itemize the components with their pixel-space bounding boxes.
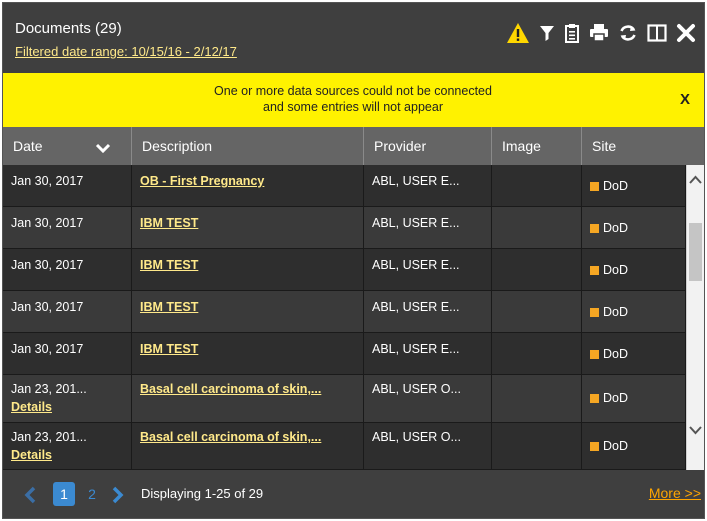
row-description-link[interactable]: OB - First Pregnancy	[140, 174, 264, 188]
column-image[interactable]: Image	[492, 127, 582, 165]
site-marker-icon	[590, 308, 599, 317]
table-row[interactable]: Jan 30, 2017 IBM TEST ABL, USER E... DoD	[3, 333, 686, 375]
row-provider: ABL, USER E...	[364, 333, 492, 375]
site-marker-icon	[590, 394, 599, 403]
pagination-footer: 1 2 Displaying 1-25 of 29 More >>	[3, 470, 704, 518]
row-site-label: DoD	[603, 263, 629, 277]
row-date: Jan 23, 201...	[11, 430, 87, 444]
row-site-label: DoD	[603, 347, 629, 361]
row-site: DoD	[582, 291, 686, 333]
row-site-label: DoD	[603, 179, 629, 193]
row-image	[492, 375, 582, 423]
widget-header: Documents (29) Filtered date range: 10/1…	[3, 3, 704, 73]
page-2-button[interactable]: 2	[81, 482, 103, 506]
warning-banner: One or more data sources could not be co…	[3, 73, 704, 127]
column-date[interactable]: Date	[3, 127, 132, 165]
row-date-cell: Jan 23, 201... Details	[3, 423, 132, 470]
row-date: Jan 30, 2017	[3, 249, 132, 291]
row-details-link[interactable]: Details	[11, 400, 131, 414]
row-details-link[interactable]: Details	[11, 448, 131, 462]
warning-close-button[interactable]: X	[680, 91, 690, 108]
widget-title: Documents (29)	[15, 20, 122, 37]
pagination-status: Displaying 1-25 of 29	[141, 486, 264, 501]
table-row[interactable]: Jan 30, 2017 IBM TEST ABL, USER E... DoD	[3, 291, 686, 333]
row-site: DoD	[582, 207, 686, 249]
row-site: DoD	[582, 423, 686, 470]
table-row[interactable]: Jan 30, 2017 OB - First Pregnancy ABL, U…	[3, 165, 686, 207]
row-site-label: DoD	[603, 221, 629, 235]
row-site-label: DoD	[603, 439, 629, 453]
row-provider: ABL, USER E...	[364, 165, 492, 207]
row-site: DoD	[582, 249, 686, 291]
header-toolbar	[506, 22, 696, 44]
page-1-button[interactable]: 1	[53, 482, 75, 506]
refresh-icon[interactable]	[618, 23, 638, 43]
row-description-link[interactable]: IBM TEST	[140, 300, 198, 314]
row-date-cell: Jan 23, 201... Details	[3, 375, 132, 423]
row-provider: ABL, USER E...	[364, 207, 492, 249]
column-provider[interactable]: Provider	[364, 127, 492, 165]
documents-table-body: Jan 30, 2017 OB - First Pregnancy ABL, U…	[3, 165, 704, 470]
column-header-row: Date Description Provider Image Site	[3, 127, 704, 165]
row-image	[492, 165, 582, 207]
row-date: Jan 30, 2017	[3, 207, 132, 249]
row-description-link[interactable]: Basal cell carcinoma of skin,...	[140, 430, 321, 444]
filtered-date-range[interactable]: Filtered date range: 10/15/16 - 2/12/17	[15, 44, 237, 59]
row-site-label: DoD	[603, 305, 629, 319]
row-site: DoD	[582, 165, 686, 207]
table-scrollbar[interactable]	[686, 165, 704, 470]
row-date: Jan 30, 2017	[3, 333, 132, 375]
column-date-label: Date	[13, 138, 43, 154]
row-provider: ABL, USER E...	[364, 291, 492, 333]
row-image	[492, 423, 582, 470]
warning-icon[interactable]	[506, 22, 530, 44]
site-marker-icon	[590, 442, 599, 451]
chevron-up-icon[interactable]	[689, 175, 702, 184]
column-description[interactable]: Description	[132, 127, 364, 165]
row-provider: ABL, USER O...	[364, 375, 492, 423]
row-description-link[interactable]: IBM TEST	[140, 342, 198, 356]
chevron-down-icon[interactable]	[689, 426, 702, 435]
warning-line-1: One or more data sources could not be co…	[214, 84, 492, 98]
row-date: Jan 30, 2017	[3, 291, 132, 333]
site-marker-icon	[590, 266, 599, 275]
warning-line-2: and some entries will not appear	[263, 100, 443, 114]
table-row[interactable]: Jan 23, 201... Details Basal cell carcino…	[3, 423, 686, 470]
table-row[interactable]: Jan 30, 2017 IBM TEST ABL, USER E... DoD	[3, 249, 686, 291]
chevron-right-icon[interactable]	[111, 486, 125, 504]
print-icon[interactable]	[589, 23, 609, 43]
table-row[interactable]: Jan 30, 2017 IBM TEST ABL, USER E... DoD	[3, 207, 686, 249]
more-link[interactable]: More >>	[649, 485, 701, 501]
row-site: DoD	[582, 333, 686, 375]
row-site-label: DoD	[603, 391, 629, 405]
column-site[interactable]: Site	[582, 127, 704, 165]
table-row[interactable]: Jan 23, 201... Details Basal cell carcino…	[3, 375, 686, 423]
documents-widget: Documents (29) Filtered date range: 10/1…	[2, 2, 705, 519]
close-icon[interactable]	[676, 23, 696, 43]
row-date: Jan 30, 2017	[3, 165, 132, 207]
row-description-link[interactable]: IBM TEST	[140, 258, 198, 272]
row-provider: ABL, USER O...	[364, 423, 492, 470]
row-image	[492, 249, 582, 291]
chevron-down-icon[interactable]	[95, 143, 111, 153]
row-description-link[interactable]: Basal cell carcinoma of skin,...	[140, 382, 321, 396]
row-image	[492, 207, 582, 249]
site-marker-icon	[590, 350, 599, 359]
columns-icon[interactable]	[647, 24, 667, 42]
clipboard-icon[interactable]	[564, 23, 580, 43]
chevron-left-icon[interactable]	[23, 486, 37, 504]
site-marker-icon	[590, 224, 599, 233]
row-date: Jan 23, 201...	[11, 382, 87, 396]
site-marker-icon	[590, 182, 599, 191]
scrollbar-thumb[interactable]	[689, 223, 702, 281]
row-provider: ABL, USER E...	[364, 249, 492, 291]
row-image	[492, 291, 582, 333]
filter-icon[interactable]	[539, 24, 555, 42]
warning-message: One or more data sources could not be co…	[143, 83, 563, 115]
row-site: DoD	[582, 375, 686, 423]
row-image	[492, 333, 582, 375]
row-description-link[interactable]: IBM TEST	[140, 216, 198, 230]
